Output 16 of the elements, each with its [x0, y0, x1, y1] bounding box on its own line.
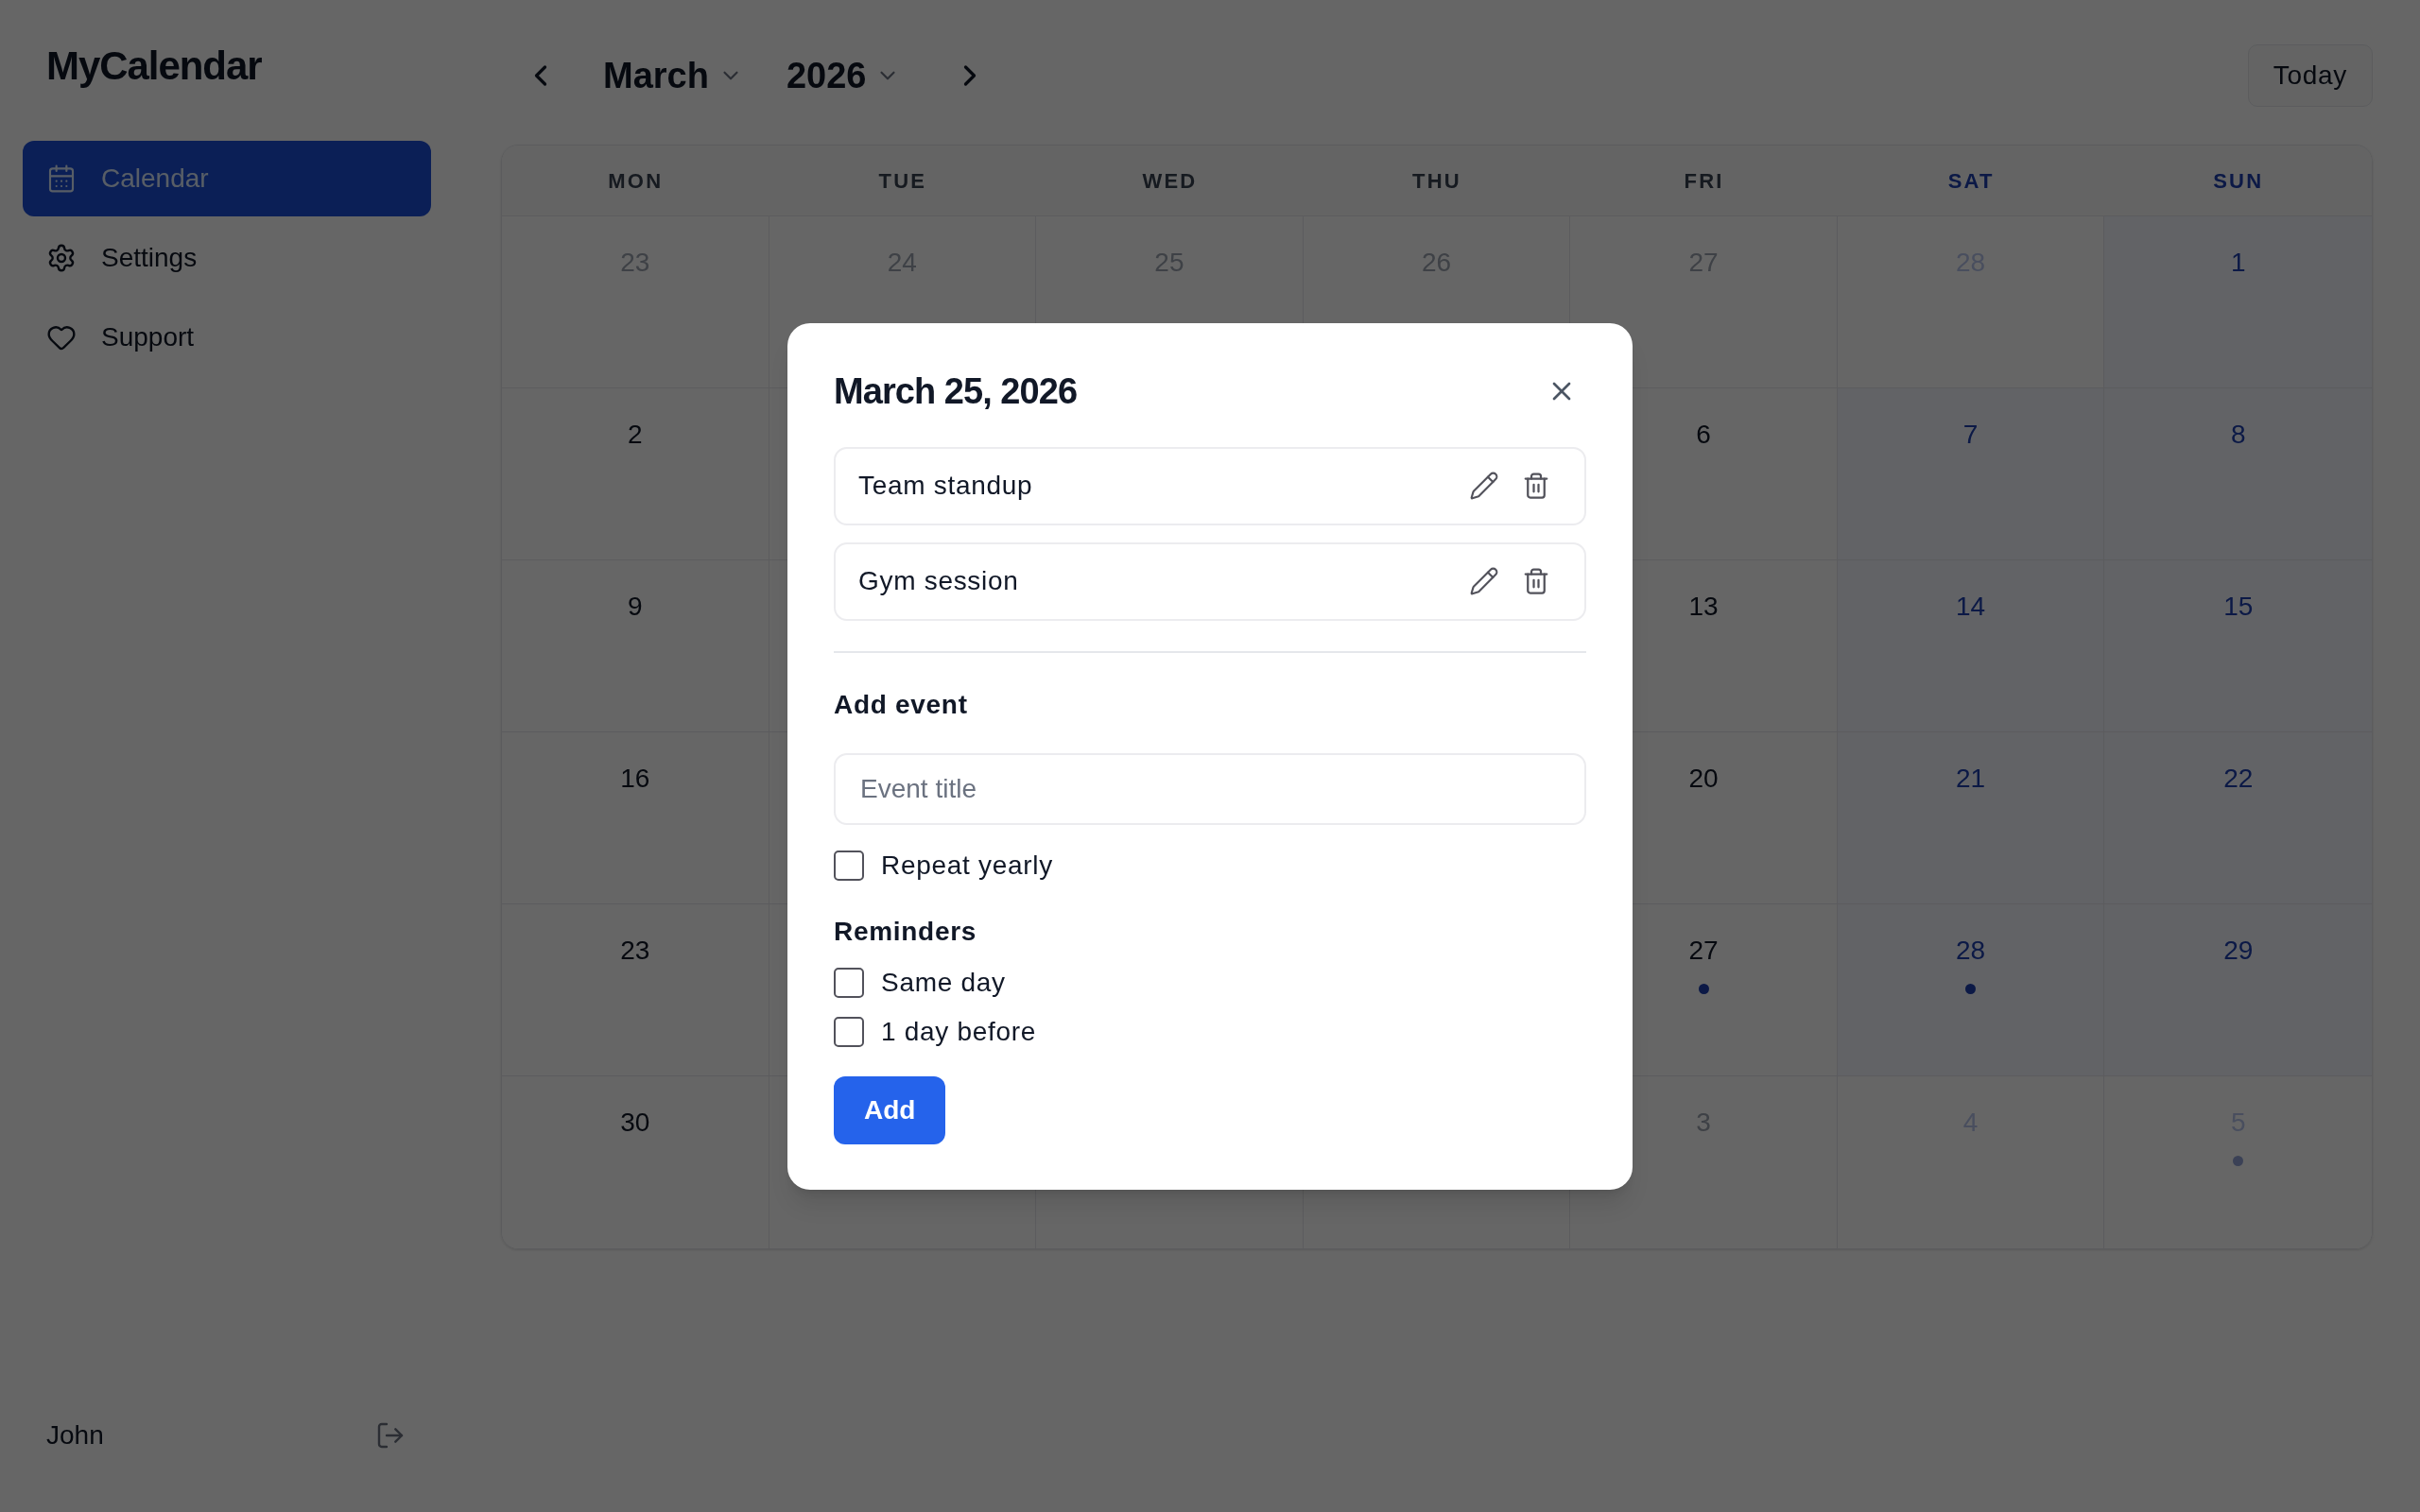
weekday-label: MON [608, 167, 664, 195]
checkbox-label: 1 day before [881, 1015, 1037, 1048]
section-heading: Reminders [834, 915, 978, 948]
checkbox-label: Repeat yearly [881, 849, 1053, 882]
weekday-label: WED [1142, 167, 1198, 195]
checkbox-label: Same day [881, 966, 1006, 999]
weekday-label: SAT [1947, 167, 1995, 195]
event-title: Gym session [858, 565, 1019, 597]
user-name: John [46, 1419, 104, 1452]
weekday-label: THU [1412, 167, 1461, 195]
weekday-label: TUE [878, 167, 927, 195]
section-heading: Add event [834, 688, 969, 721]
weekday-label: FRI [1684, 167, 1724, 195]
weekday-label: SUN [2213, 167, 2264, 195]
app-logo: MyCalendar [45, 43, 263, 90]
event-title: Team standup [858, 470, 1033, 502]
